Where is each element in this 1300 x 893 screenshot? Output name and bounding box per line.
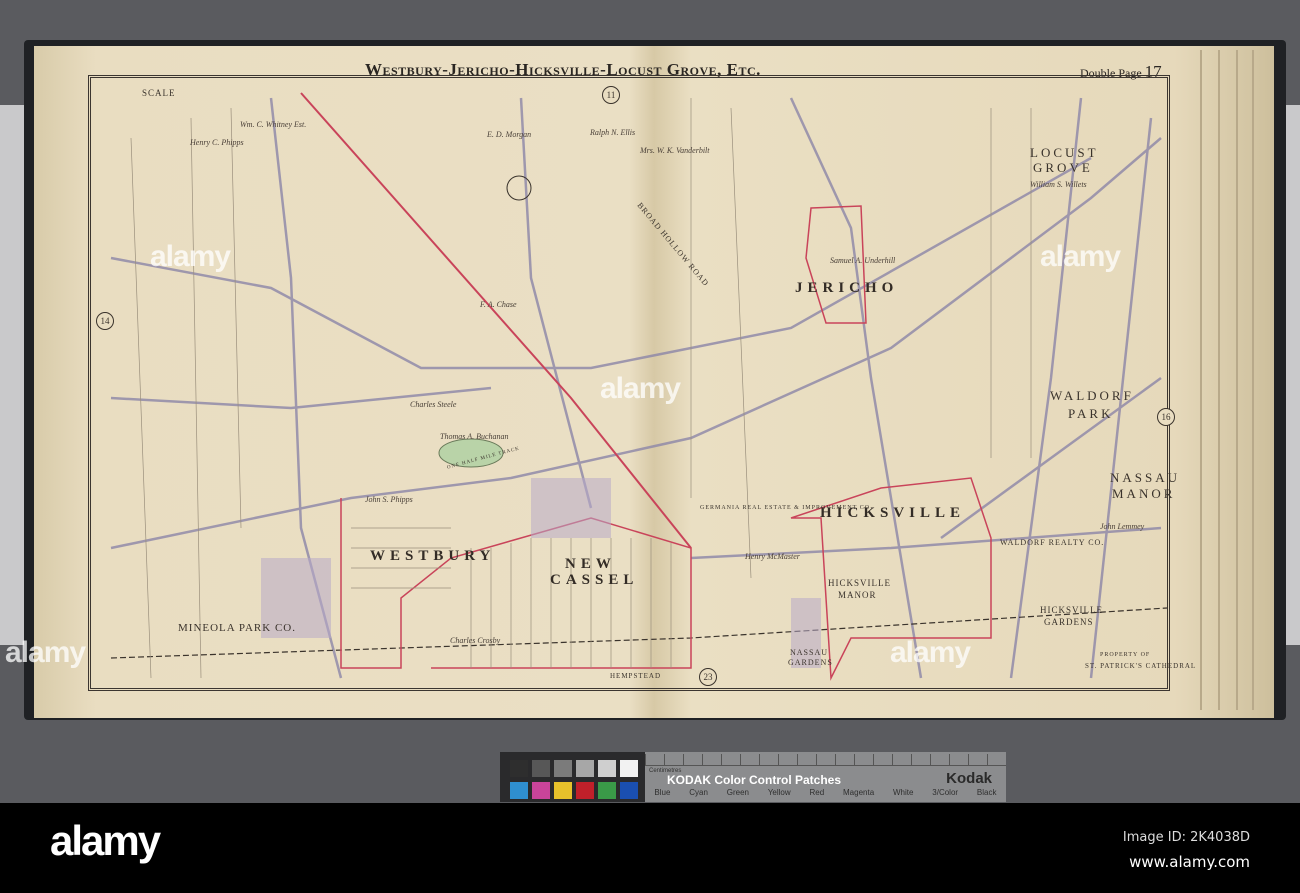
place-new-cassel-1: NEW: [565, 556, 616, 572]
adjacent-page-marker[interactable]: 14: [96, 312, 114, 330]
place-hicksville-manor-1: HICKSVILLE: [828, 578, 891, 588]
patch-name: Red: [809, 788, 825, 797]
place-westbury: WESTBURY: [370, 548, 496, 564]
place-hicksville-manor-2: MANOR: [838, 590, 877, 600]
page-edge: [1218, 50, 1220, 710]
page-edge: [1200, 50, 1202, 710]
owner-label: Henry McMaster: [745, 552, 800, 561]
owner-label: Charles Steele: [410, 400, 457, 409]
image-id: Image ID: 2K4038D: [1122, 830, 1250, 845]
gray-patch: [576, 760, 594, 777]
patch-name: Yellow: [767, 788, 791, 797]
kodak-color-control-patches: Centimetres KODAK Color Control Patches …: [500, 752, 1006, 802]
village-boundary: [340, 498, 692, 669]
place-st-patricks-1: PROPERTY OF: [1100, 652, 1151, 658]
place-hicksville-gardens-1: HICKSVILLE: [1040, 605, 1103, 615]
place-hicksville-gardens-2: GARDENS: [1044, 617, 1094, 627]
patch-names: Blue Cyan Green Yellow Red Magenta White…: [645, 788, 1006, 797]
gray-patch: [620, 760, 638, 777]
stock-footer: alamy Image ID: 2K4038D www.alamy.com: [0, 803, 1300, 893]
page-edge: [1236, 50, 1238, 710]
alamy-logo[interactable]: alamy: [50, 817, 161, 865]
road: [110, 137, 1162, 550]
watermark: alamy: [150, 240, 231, 273]
patch-name: Blue: [654, 788, 671, 797]
owner-label: John Lemmey: [1100, 522, 1145, 531]
gray-patch: [532, 760, 550, 777]
color-patch: [554, 782, 572, 799]
adjacent-page-marker[interactable]: 23: [699, 668, 717, 686]
place-nassau-manor-1: NASSAU: [1110, 470, 1181, 485]
place-jericho: JERICHO: [795, 280, 899, 296]
watermark: alamy: [600, 372, 681, 405]
gray-patch: [510, 760, 528, 777]
place-locust-grove-2: GROVE: [1033, 160, 1093, 175]
color-patch: [620, 782, 638, 799]
owner-label: Mrs. W. K. Vanderbilt: [640, 146, 710, 155]
compass-rose: [506, 175, 532, 201]
owner-label: Thomas A. Buchanan: [440, 432, 509, 441]
owner-label: E. D. Morgan: [487, 130, 532, 139]
patch-name: Magenta: [843, 788, 875, 797]
kodak-logo: Kodak: [946, 770, 992, 787]
place-nassau-gardens-2: GARDENS: [788, 658, 833, 667]
owner-label: Ralph N. Ellis: [590, 128, 636, 137]
place-hempstead: HEMPSTEAD: [610, 672, 662, 680]
patch-name: Cyan: [689, 788, 708, 797]
patch-name: 3/Color: [932, 788, 959, 797]
place-waldorf-park-2: PARK: [1068, 406, 1114, 421]
kodak-strip: Centimetres KODAK Color Control Patches …: [645, 752, 1006, 802]
owner-label: F. A. Chase: [480, 300, 517, 309]
owner-label: Henry C. Phipps: [190, 138, 244, 147]
patch-name: Green: [726, 788, 749, 797]
gray-patch: [554, 760, 572, 777]
place-mineola-park: MINEOLA PARK CO.: [178, 622, 296, 634]
road: [519, 97, 593, 509]
place-nassau-manor-2: MANOR: [1112, 486, 1176, 501]
place-germania: GERMANIA REAL ESTATE & IMPROVEMENT CO: [700, 505, 871, 511]
owner-label: Charles Crosby: [450, 636, 501, 645]
patch-name: White: [892, 788, 914, 797]
owner-label: William S. Willets: [1030, 180, 1087, 189]
owner-label: John S. Phipps: [365, 495, 413, 504]
owner-label: Samuel A. Underhill: [830, 256, 896, 265]
place-waldorf-realty: WALDORF REALTY CO.: [1000, 538, 1105, 547]
patch-name: Black: [976, 788, 997, 797]
watermark: alamy: [890, 636, 971, 669]
color-patch: [576, 782, 594, 799]
place-waldorf-park-1: WALDORF: [1050, 388, 1134, 403]
watermark: alamy: [1040, 240, 1121, 273]
color-patch: [598, 782, 616, 799]
color-patch: [532, 782, 550, 799]
site-url[interactable]: www.alamy.com: [1129, 853, 1250, 871]
owner-label: Wm. C. Whitney Est.: [240, 120, 307, 129]
watermark: alamy: [5, 636, 86, 669]
color-patch: [510, 782, 528, 799]
scale-label: SCALE: [142, 88, 176, 98]
place-nassau-gardens-1: NASSAU: [790, 648, 829, 657]
road: [110, 156, 1092, 370]
gray-patch: [598, 760, 616, 777]
subdivision: [531, 478, 611, 538]
place-locust-grove-1: LOCUST: [1030, 145, 1099, 160]
place-st-patricks-2: ST. PATRICK'S CATHEDRAL: [1085, 662, 1197, 670]
adjacent-page-marker[interactable]: 16: [1157, 408, 1175, 426]
adjacent-page-marker[interactable]: 11: [602, 86, 620, 104]
centimetre-ruler: [645, 754, 1006, 766]
place-new-cassel-2: CASSEL: [550, 572, 639, 588]
kodak-title: KODAK Color Control Patches: [667, 773, 842, 787]
page-edge: [1252, 50, 1254, 710]
